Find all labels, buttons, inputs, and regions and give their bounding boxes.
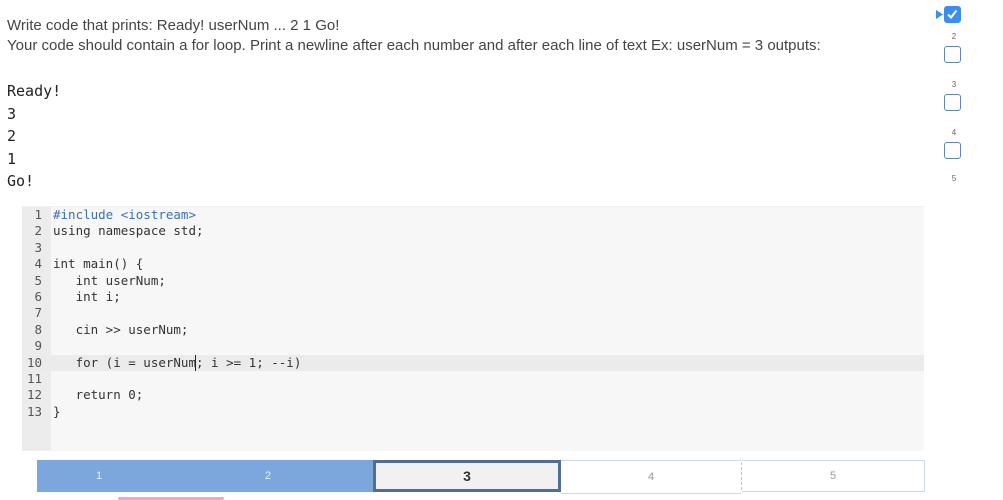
code-line[interactable]: 3 — [22, 240, 924, 256]
code-line[interactable]: 12 return 0; — [22, 387, 924, 403]
level-number: 4 — [951, 128, 957, 137]
level-checkbox[interactable] — [944, 6, 961, 23]
code-line[interactable]: 13 } — [22, 404, 924, 420]
line-number: 2 — [34, 223, 42, 239]
step-2[interactable]: 2 — [161, 460, 375, 492]
code-area[interactable]: 1 #include <iostream> 2 using namespace … — [22, 207, 924, 451]
step-3-current[interactable]: 3 — [373, 460, 561, 492]
level-number: 3 — [951, 80, 957, 89]
code-text[interactable]: int main() { — [53, 256, 143, 272]
step-4[interactable]: 4 — [561, 460, 741, 494]
level-checkbox[interactable] — [944, 46, 961, 63]
code-line[interactable]: 1 #include <iostream> — [22, 207, 924, 223]
example-line: Ready! — [7, 82, 62, 100]
code-text[interactable]: int i; — [53, 289, 121, 305]
line-number: 6 — [34, 289, 42, 304]
line-number: 12 — [26, 387, 42, 403]
step-label: 4 — [647, 471, 655, 483]
code-editor[interactable]: 1 #include <iostream> 2 using namespace … — [22, 206, 924, 451]
code-line[interactable]: 11 — [22, 371, 924, 387]
code-line[interactable]: 6 int i; — [22, 289, 924, 305]
step-5[interactable]: 5 — [742, 460, 925, 492]
example-line: 1 — [7, 149, 17, 168]
code-line[interactable]: 7 — [22, 305, 924, 321]
code-text[interactable]: } — [53, 404, 61, 420]
text-cursor — [195, 354, 196, 371]
line-number: 5 — [34, 272, 42, 288]
code-text[interactable]: cin >> userNum; — [53, 322, 189, 338]
line-number: 13 — [26, 403, 42, 419]
example-output: Ready! 3 2 1 Go! — [7, 80, 61, 193]
code-line[interactable]: 9 — [22, 338, 924, 354]
example-line: 2 — [7, 127, 17, 145]
step-label: 3 — [463, 468, 471, 484]
line-number: 8 — [34, 321, 42, 337]
level-number: 5 — [951, 174, 957, 183]
code-text[interactable]: return 0; — [53, 387, 144, 403]
line-number: 7 — [34, 305, 42, 321]
line-number: 11 — [26, 371, 42, 386]
step-1[interactable]: 1 — [37, 460, 161, 492]
code-line-active[interactable]: 10 for (i = userNum; i >= 1; --i) — [22, 354, 924, 371]
code-text[interactable]: for (i = userNum; i >= 1; --i) — [53, 355, 302, 371]
line-number: 9 — [34, 338, 42, 354]
code-text[interactable]: int userNum; — [53, 273, 166, 289]
code-line[interactable]: 2 using namespace std; — [22, 223, 924, 239]
progress-steps: 1 2 3 4 5 — [37, 460, 925, 494]
code-line[interactable]: 5 int userNum; — [22, 273, 924, 289]
example-line: 3 — [7, 104, 17, 123]
instructions-line-2: Your code should contain a for loop. Pri… — [7, 37, 821, 54]
step-label: 2 — [264, 470, 272, 482]
line-number: 4 — [34, 256, 42, 272]
level-checkbox[interactable] — [944, 94, 961, 111]
step-label: 1 — [95, 470, 103, 482]
level-number: 2 — [951, 32, 957, 41]
code-line[interactable]: 8 cin >> userNum; — [22, 322, 924, 338]
instructions-line-1: Write code that prints: Ready! userNum .… — [7, 17, 340, 34]
code-line[interactable]: 4 int main() { — [22, 256, 924, 272]
step-label: 5 — [829, 470, 837, 482]
line-number: 10 — [26, 354, 42, 370]
example-line: Go! — [7, 172, 35, 190]
current-level-arrow-icon — [936, 10, 943, 19]
code-text[interactable]: using namespace std; — [53, 223, 204, 239]
line-number: 1 — [34, 207, 42, 222]
line-number: 3 — [34, 239, 42, 255]
level-checkbox[interactable] — [944, 142, 961, 159]
code-text[interactable]: #include <iostream> — [53, 207, 196, 223]
checkmark-icon — [947, 9, 958, 20]
instructions: Write code that prints: Ready! userNum .… — [7, 16, 821, 56]
